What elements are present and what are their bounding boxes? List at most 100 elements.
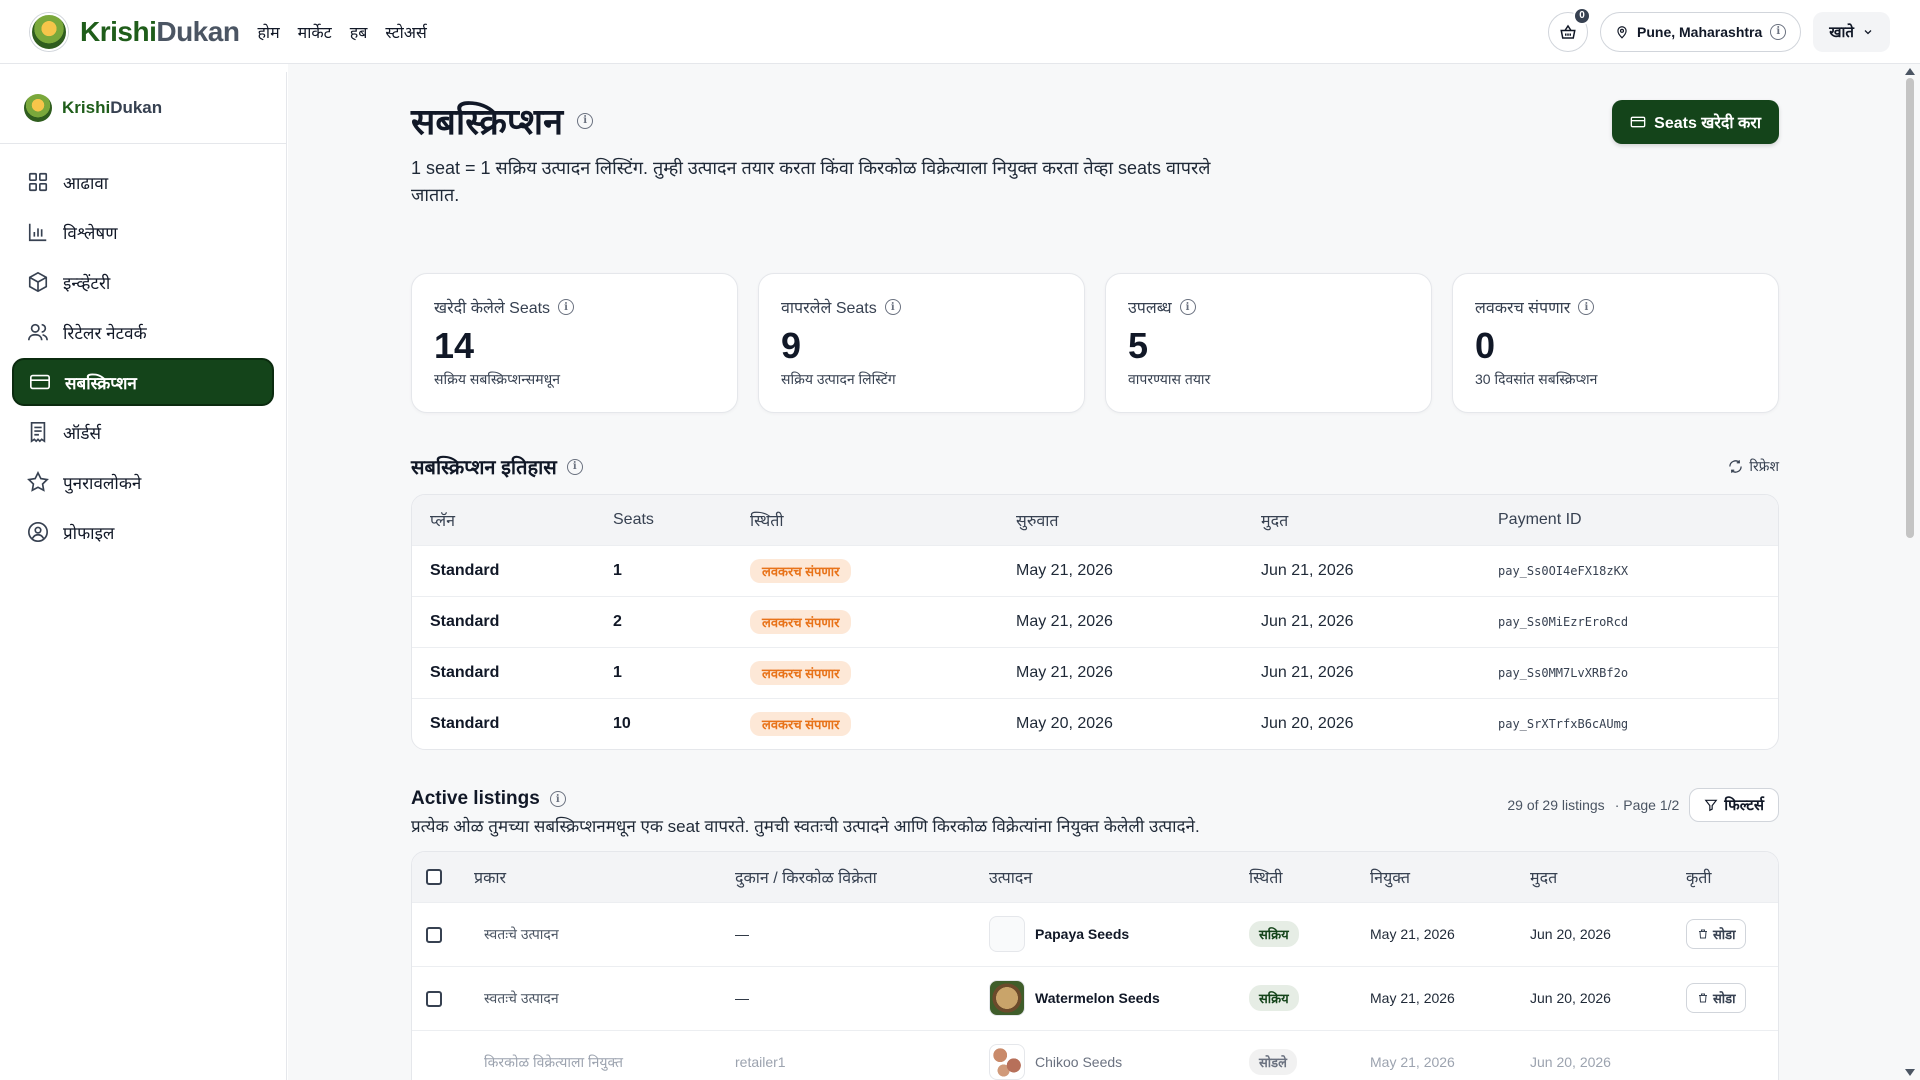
- sidebar-item-label: ऑर्डर्स: [63, 423, 101, 443]
- credit-card-icon: [30, 374, 50, 390]
- release-button[interactable]: सोडा: [1686, 983, 1747, 1013]
- stat-label: खरेदी केलेले Seats i: [434, 296, 715, 318]
- type-cell: स्वतःचे उत्पादन: [484, 989, 559, 1006]
- sidebar-item-overview[interactable]: आढावा: [12, 158, 274, 206]
- page-scrollbar[interactable]: [1900, 64, 1920, 1080]
- plan-cell: Standard: [430, 663, 500, 681]
- nav-home[interactable]: होम: [257, 21, 279, 43]
- status-cell: लवकरच संपणार: [732, 647, 998, 698]
- scroll-down-arrow[interactable]: [1905, 1069, 1915, 1076]
- table-header-row: प्रकार दुकान / किरकोळ विक्रेता उत्पादन स…: [412, 852, 1778, 902]
- release-button[interactable]: सोडा: [1686, 919, 1747, 949]
- start-date-cell: May 21, 2026: [1016, 561, 1113, 579]
- column-header: स्थिती: [1249, 869, 1283, 887]
- row-checkbox[interactable]: [426, 990, 442, 1007]
- table-header-row: प्लॅन Seats स्थिती सुरुवात मुदत Payment …: [412, 495, 1778, 545]
- table-row: किरकोळ विक्रेत्याला नियुक्त retailer1 Ch…: [412, 1030, 1778, 1080]
- column-header: मुदत: [1530, 869, 1558, 887]
- stat-value: 5: [1128, 325, 1149, 366]
- start-date-cell: May 21, 2026: [1016, 612, 1113, 630]
- nav-stores[interactable]: स्टोअर्स: [385, 21, 426, 43]
- trash-icon: [1699, 993, 1707, 1003]
- status-badge: लवकरच संपणार: [750, 660, 852, 685]
- info-icon[interactable]: i: [884, 299, 901, 315]
- action-cell: सोडा: [1668, 902, 1778, 966]
- page-header-text: सबस्क्रिप्शन i 1 seat = 1 सक्रिय उत्पादन…: [411, 96, 1211, 209]
- stats-cards: खरेदी केलेले Seats i 14 सक्रिय सबस्क्रिप्…: [411, 273, 1779, 413]
- expiry-date-cell: Jun 20, 2026: [1530, 1054, 1611, 1071]
- sidebar-brand[interactable]: KrishiDukan: [0, 72, 286, 144]
- row-select-cell: [412, 902, 474, 966]
- listings-count: 29 of 29 listings: [1507, 797, 1605, 813]
- info-icon[interactable]: i: [558, 299, 575, 315]
- select-all-checkbox[interactable]: [426, 868, 442, 885]
- filters-button[interactable]: फिल्टर्स: [1689, 788, 1779, 822]
- sidebar-item-label: सबस्क्रिप्शन: [65, 373, 137, 393]
- account-menu-button[interactable]: खाते: [1813, 11, 1890, 52]
- end-date-cell: Jun 21, 2026: [1261, 663, 1354, 681]
- payment-id-cell: pay_Ss0MiEzrEroRcd: [1498, 614, 1629, 629]
- column-header: प्रकार: [474, 869, 507, 887]
- box-icon: [28, 271, 48, 293]
- column-header: कृती: [1686, 869, 1712, 887]
- product-name: Papaya Seeds: [1035, 926, 1130, 942]
- status-cell: सक्रिय: [1231, 902, 1352, 966]
- table-row: स्वतःचे उत्पादन — Papaya Seeds सक्रिय Ma…: [412, 902, 1778, 966]
- assigned-date-cell: May 21, 2026: [1370, 926, 1455, 942]
- type-cell: स्वतःचे उत्पादन: [484, 925, 559, 942]
- select-all-cell: [412, 852, 474, 902]
- grid-icon: [28, 172, 48, 192]
- scroll-up-arrow[interactable]: [1905, 68, 1915, 75]
- product-cell: Chikoo Seeds: [971, 1030, 1231, 1080]
- basket-icon: [1560, 24, 1576, 39]
- shop-cell: retailer1: [735, 1054, 786, 1071]
- listings-header-text: Active listings i प्रत्येक ओळ तुमच्या सबस…: [411, 788, 1200, 837]
- end-date-cell: Jun 20, 2026: [1261, 714, 1354, 732]
- end-date-cell: Jun 21, 2026: [1261, 561, 1354, 579]
- table-row: स्वतःचे उत्पादन — Watermelon Seeds सक्रि…: [412, 966, 1778, 1030]
- users-icon: [28, 323, 48, 341]
- sidebar-item-analytics[interactable]: विश्लेषण: [12, 208, 274, 256]
- info-icon[interactable]: i: [549, 791, 566, 807]
- end-date-cell: Jun 21, 2026: [1261, 612, 1354, 630]
- nav-market[interactable]: मार्केट: [298, 21, 332, 43]
- nav-hub[interactable]: हब: [350, 21, 368, 43]
- location-selector[interactable]: Pune, Maharashtra i: [1600, 11, 1802, 52]
- info-icon[interactable]: i: [566, 458, 583, 475]
- info-icon[interactable]: i: [1179, 299, 1196, 315]
- top-nav: होम मार्केट हब स्टोअर्स: [257, 21, 426, 43]
- expiry-date-cell: Jun 20, 2026: [1530, 926, 1611, 942]
- sidebar-item-orders[interactable]: ऑर्डर्स: [12, 408, 274, 456]
- sidebar-item-subscription[interactable]: सबस्क्रिप्शन: [12, 358, 274, 406]
- filter-icon: [1704, 799, 1718, 812]
- page-title: सबस्क्रिप्शन i: [411, 96, 1211, 145]
- action-cell: [1668, 1030, 1778, 1080]
- sidebar-item-inventory[interactable]: इन्व्हेंटरी: [12, 258, 274, 306]
- stat-value: 14: [434, 325, 475, 366]
- cart-count-badge: 0: [1573, 6, 1592, 25]
- cart-button[interactable]: 0: [1548, 6, 1592, 52]
- page-header: सबस्क्रिप्शन i 1 seat = 1 सक्रिय उत्पादन…: [411, 96, 1779, 209]
- stat-subtext: सक्रिय सबस्क्रिप्शन्समधून: [434, 371, 560, 387]
- product-name: Chikoo Seeds: [1035, 1054, 1123, 1071]
- sidebar-item-profile[interactable]: प्रोफाइल: [12, 508, 274, 556]
- plan-cell: Standard: [430, 561, 500, 579]
- sidebar-item-label: प्रोफाइल: [63, 523, 115, 543]
- sidebar-item-label: आढावा: [63, 173, 109, 193]
- info-icon[interactable]: i: [577, 112, 594, 129]
- status-cell: सक्रिय: [1231, 966, 1352, 1030]
- product-cell: Papaya Seeds: [971, 902, 1231, 966]
- sidebar-item-retailer-network[interactable]: रिटेलर नेटवर्क: [12, 308, 274, 356]
- scroll-thumb[interactable]: [1906, 78, 1914, 538]
- row-checkbox[interactable]: [426, 926, 442, 943]
- map-pin-icon: [1617, 25, 1627, 39]
- refresh-button[interactable]: रिफ्रेश: [1728, 457, 1779, 476]
- shop-cell: —: [735, 926, 749, 942]
- status-badge: सक्रिय: [1249, 985, 1299, 1011]
- brand-logo-link[interactable]: KrishiDukan: [30, 12, 240, 51]
- buy-seats-button[interactable]: Seats खरेदी करा: [1612, 100, 1779, 144]
- assigned-date-cell: May 21, 2026: [1370, 990, 1455, 1006]
- sidebar-item-reviews[interactable]: पुनरावलोकने: [12, 458, 274, 506]
- info-icon[interactable]: i: [1578, 299, 1595, 315]
- status-badge: लवकरच संपणार: [750, 558, 852, 583]
